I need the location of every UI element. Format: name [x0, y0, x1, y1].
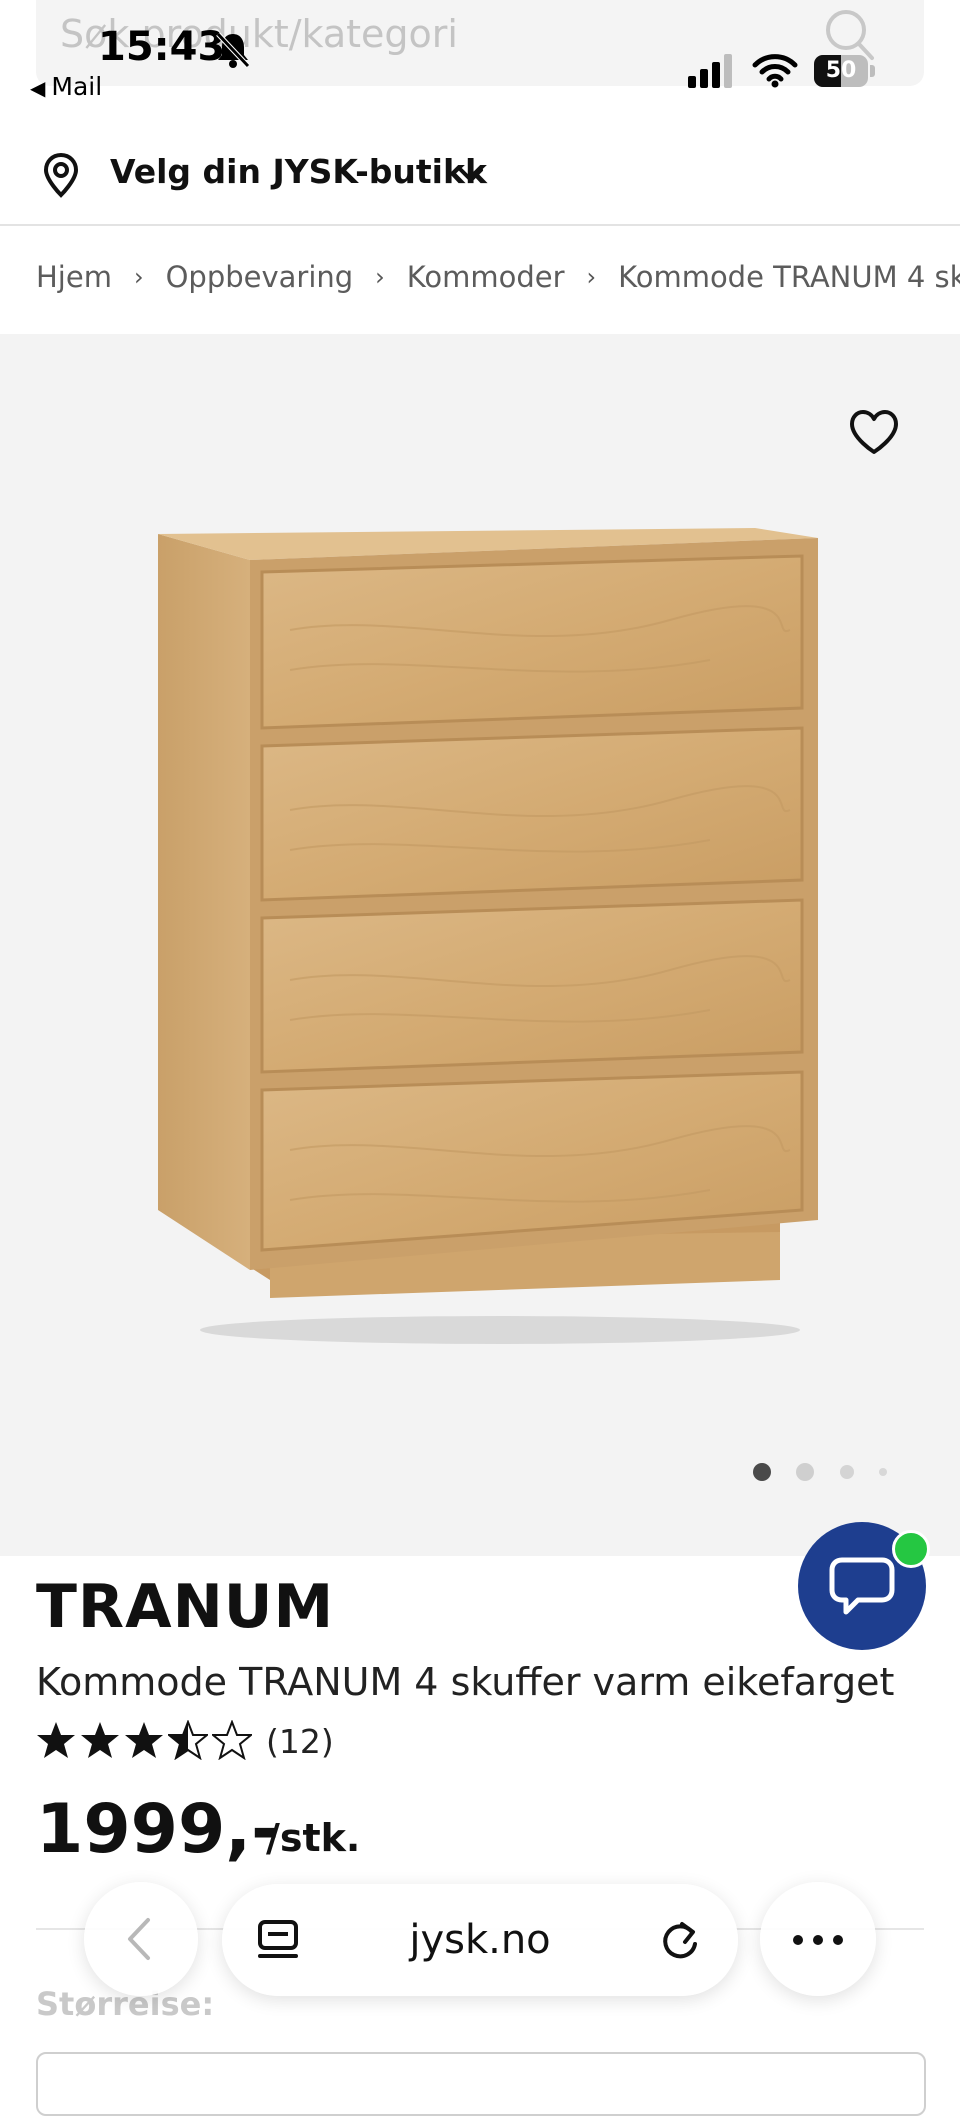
battery-indicator: 50: [814, 55, 876, 87]
star-full-icon: [125, 1722, 163, 1758]
chevron-down-icon[interactable]: [456, 160, 486, 190]
browser-back-button[interactable]: [84, 1882, 198, 1996]
price-unit: /stk.: [266, 1816, 361, 1860]
status-time: 15:43: [98, 24, 226, 70]
product-price: 1999,-: [36, 1790, 280, 1869]
heart-icon[interactable]: [848, 408, 900, 456]
store-selector-label[interactable]: Velg din JYSK-butikk: [110, 152, 487, 191]
breadcrumb-oppbevaring[interactable]: Oppbevaring: [166, 260, 354, 294]
chat-bubble-icon: [829, 1557, 895, 1615]
back-app-label: Mail: [51, 72, 103, 101]
gallery-pagination[interactable]: [750, 1462, 900, 1482]
star-empty-icon: [212, 1720, 252, 1760]
cellular-signal-icon: [688, 54, 732, 88]
chevron-right-icon: ›: [586, 263, 597, 291]
reload-icon[interactable]: [658, 1918, 702, 1962]
product-image-dresser: [158, 528, 818, 1344]
search-icon[interactable]: [822, 8, 876, 62]
rating-count[interactable]: (12): [266, 1722, 334, 1761]
back-to-app-link[interactable]: ◀ Mail: [30, 72, 102, 101]
star-full-icon: [37, 1722, 75, 1758]
breadcrumb-kommoder[interactable]: Kommoder: [407, 260, 565, 294]
chevron-right-icon: ›: [375, 263, 385, 291]
online-status-badge: [892, 1530, 930, 1568]
product-brand: TRANUM: [36, 1572, 335, 1642]
breadcrumb: Hjem › Oppbevaring › Kommoder › Kommode TRANUM…: [36, 258, 960, 302]
browser-address-bar[interactable]: jysk.no: [222, 1884, 738, 1996]
ellipsis-icon: [793, 1935, 843, 1945]
divider: [0, 224, 960, 226]
battery-level: 50: [825, 58, 857, 83]
breadcrumb-current: Kommode TRANUM 4 sk: [618, 260, 960, 294]
browser-more-button[interactable]: [760, 1882, 876, 1996]
size-select[interactable]: [36, 2052, 926, 2116]
star-full-icon: [81, 1722, 119, 1758]
product-title: Kommode TRANUM 4 skuffer varm eikefarget: [36, 1660, 895, 1704]
wifi-icon: [752, 54, 798, 88]
bell-slash-icon: [216, 32, 250, 68]
breadcrumb-home[interactable]: Hjem: [36, 260, 112, 294]
chevron-left-icon: [128, 1918, 150, 1960]
product-rating[interactable]: [36, 1720, 256, 1766]
chevron-right-icon: ›: [133, 263, 144, 291]
location-pin-icon: [43, 152, 79, 198]
star-half-icon: [168, 1720, 208, 1760]
